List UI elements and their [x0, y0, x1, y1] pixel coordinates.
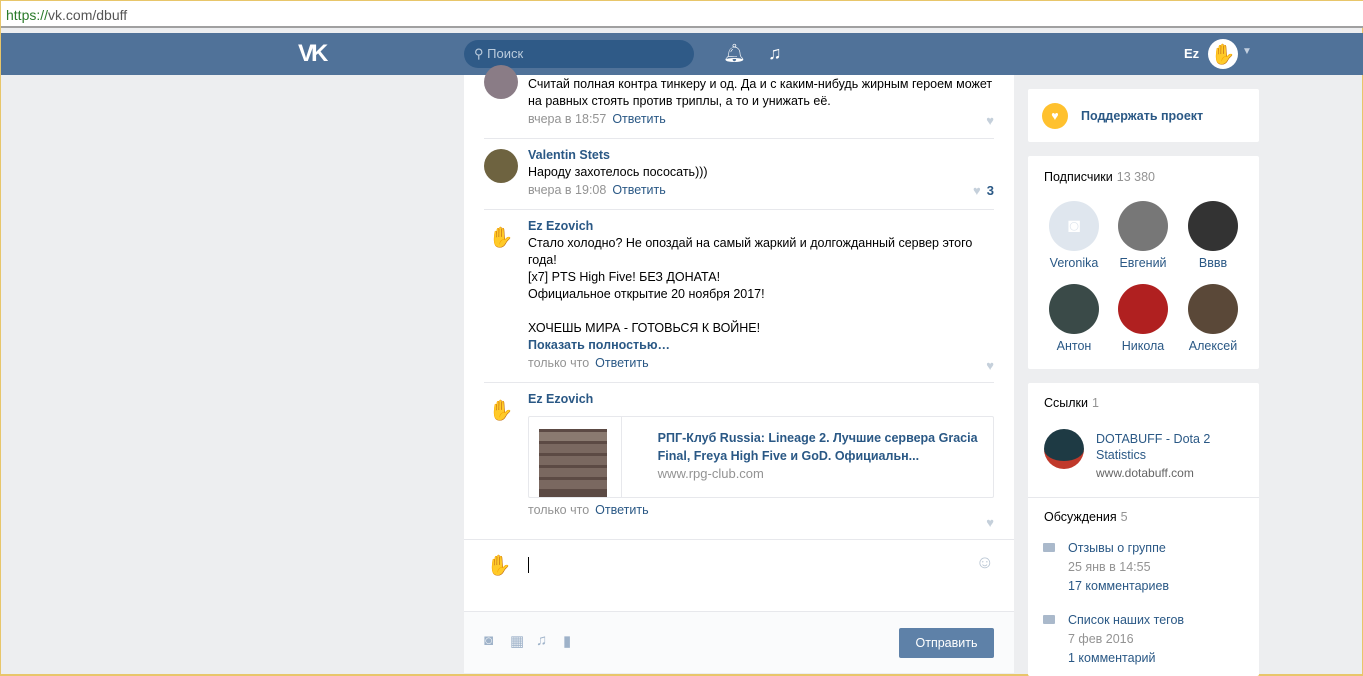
avatar: ✋	[484, 550, 514, 580]
support-card[interactable]: ♥ Поддержать проект	[1028, 89, 1259, 142]
link-item[interactable]: DOTABUFF - Dota 2 Statistics www.dotabuff…	[1096, 431, 1246, 481]
music-icon[interactable]: ♫	[536, 632, 547, 649]
subscriber[interactable]: Антон	[1044, 284, 1104, 353]
comment-icon	[1043, 543, 1055, 552]
link-preview[interactable]: РПГ-Клуб Russia: Lineage 2. Лучшие серве…	[528, 416, 994, 498]
search-input[interactable]: ⚲ Поиск	[464, 40, 694, 68]
comment: ✋ Ez Ezovich Стало холодно? Не опоздай н…	[484, 210, 994, 383]
subscriber[interactable]: Вввв	[1183, 201, 1243, 270]
avatar[interactable]: ✋	[484, 393, 518, 427]
composer-toolbar: ◙ ▦ ♫ ▮ Отправить	[464, 611, 1014, 673]
avatar[interactable]	[484, 65, 518, 99]
avatar[interactable]	[484, 149, 518, 183]
like-icon[interactable]: ♥	[986, 358, 994, 373]
subscribers-card: Подписчики 13 380 ◙ Veronika Евгений Вввв …	[1028, 156, 1259, 369]
like-icon[interactable]: ♥	[986, 515, 994, 530]
link-thumbnail	[539, 429, 607, 497]
avatar[interactable]: ✋	[484, 220, 518, 254]
reply-link[interactable]: Ответить	[595, 356, 648, 370]
discussion-item[interactable]: Отзывы о группе 25 янв в 14:55 17 коммента…	[1043, 539, 1169, 596]
dotabuff-logo[interactable]	[1044, 429, 1084, 469]
address-bar[interactable]: https://vk.com/dbuff	[1, 0, 1363, 28]
camera-icon: ◙	[1049, 201, 1099, 251]
video-icon[interactable]: ▦	[510, 632, 524, 650]
vk-logo[interactable]: VK	[298, 40, 328, 68]
heart-icon: ♥	[1042, 103, 1068, 129]
discussion-item[interactable]: Список наших тегов 7 фев 2016 1 комментари…	[1043, 611, 1184, 668]
subscriber[interactable]: Никола	[1113, 284, 1173, 353]
comment: Считай полная контра тинкеру и од. Да и …	[484, 65, 994, 139]
search-icon: ⚲	[474, 46, 488, 61]
send-button[interactable]: Отправить	[899, 628, 994, 658]
subscriber[interactable]: Алексей	[1183, 284, 1243, 353]
text-caret	[528, 557, 529, 573]
subscriber[interactable]: Евгений	[1113, 201, 1173, 270]
reply-link[interactable]: Ответить	[612, 183, 665, 197]
links-discussions-card: Ссылки 1 DOTABUFF - Dota 2 Statistics www.…	[1028, 383, 1259, 676]
like-icon[interactable]: ♥	[986, 113, 994, 128]
user-avatar[interactable]: ✋	[1208, 39, 1238, 69]
music-icon[interactable]: ♫	[768, 43, 782, 64]
document-icon[interactable]: ▮	[563, 632, 571, 650]
comments-panel: Считай полная контра тинкеру и од. Да и …	[464, 65, 1014, 673]
camera-icon[interactable]: ◙	[484, 632, 493, 649]
emoji-icon[interactable]: ☺	[976, 552, 994, 573]
comment-icon	[1043, 615, 1055, 624]
bell-icon[interactable]: 🔔︎	[723, 43, 746, 64]
chevron-down-icon[interactable]: ▼	[1242, 46, 1252, 57]
show-more-link[interactable]: Показать полностью…	[528, 337, 994, 354]
comment: Valentin Stets Народу захотелось пососать…	[484, 139, 994, 210]
comment: ✋ Ez Ezovich РПГ-Клуб Russia: Lineage 2.…	[484, 383, 994, 539]
user-menu[interactable]: Ez	[1184, 46, 1199, 61]
comment-composer[interactable]: ✋ ☺	[464, 539, 1014, 611]
reply-link[interactable]: Ответить	[612, 112, 665, 126]
like-icon[interactable]: ♥ 3	[973, 183, 994, 198]
subscriber[interactable]: ◙ Veronika	[1044, 201, 1104, 270]
reply-link[interactable]: Ответить	[595, 503, 648, 517]
